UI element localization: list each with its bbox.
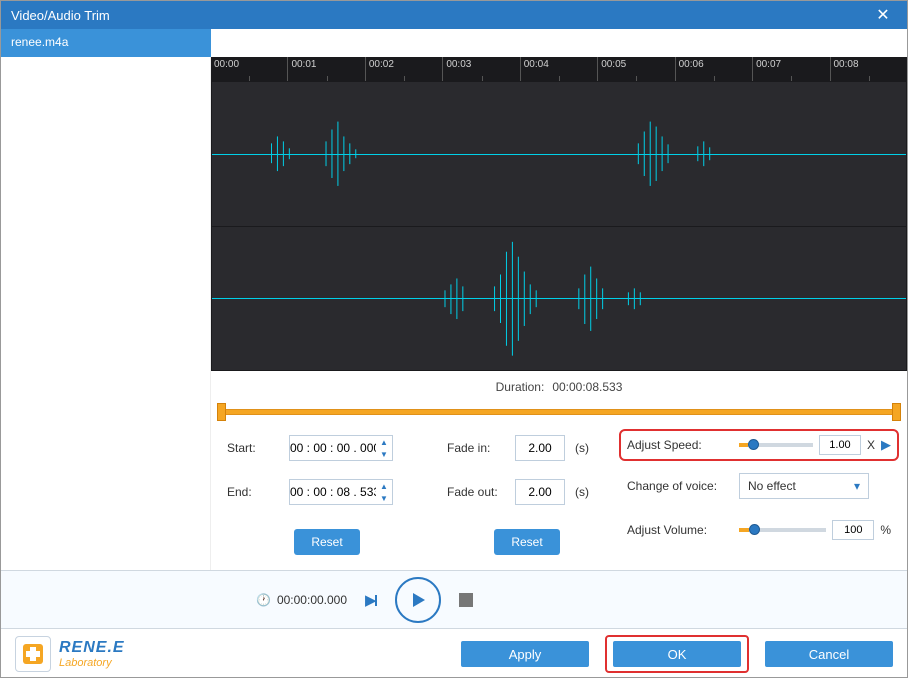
reset-trim-button[interactable]: Reset	[294, 529, 360, 555]
ruler-tick: 00:01	[287, 57, 364, 81]
speed-unit: X	[867, 438, 875, 452]
ruler-tick: 00:06	[675, 57, 752, 81]
duration-value: 00:00:08.533	[552, 380, 622, 394]
trim-handle-end[interactable]	[892, 403, 901, 421]
ruler-tick: 00:00	[211, 57, 287, 81]
end-time-field[interactable]	[290, 485, 376, 499]
end-time-input[interactable]: ▲▼	[289, 479, 393, 505]
player-bar: 🕐 00:00:00.000 ▶	[1, 570, 907, 628]
fade-unit: (s)	[575, 441, 589, 455]
stop-button[interactable]	[459, 593, 473, 607]
adjust-speed-highlight: Adjust Speed: X ▶	[619, 429, 899, 461]
fade-in-input[interactable]	[515, 435, 565, 461]
play-button[interactable]	[395, 577, 441, 623]
file-sidebar	[1, 57, 211, 570]
brand-name: RENE.E	[59, 639, 125, 657]
change-voice-label: Change of voice:	[627, 479, 729, 493]
waveform-channel-right	[212, 227, 906, 371]
trim-range-bar[interactable]	[211, 403, 907, 421]
fade-out-label: Fade out:	[447, 485, 505, 499]
chevron-down-icon: ▾	[854, 479, 860, 493]
controls-panel: Start: ▲▼ End: ▲▼ Reset	[211, 421, 907, 570]
ok-highlight: OK	[605, 635, 749, 673]
adjust-speed-label: Adjust Speed:	[627, 438, 729, 452]
clock-icon: 🕐	[256, 593, 271, 607]
fade-out-input[interactable]	[515, 479, 565, 505]
cancel-button[interactable]: Cancel	[765, 641, 893, 667]
brand-sub: Laboratory	[59, 657, 125, 669]
volume-unit: %	[880, 523, 891, 537]
fade-unit: (s)	[575, 485, 589, 499]
end-label: End:	[227, 485, 279, 499]
volume-value-input[interactable]	[832, 520, 874, 540]
brand-logo: RENE.E Laboratory	[15, 636, 125, 672]
voice-select[interactable]: No effect ▾	[739, 473, 869, 499]
file-tab[interactable]: renee.m4a	[1, 29, 211, 57]
close-icon[interactable]: ✕	[869, 1, 897, 29]
logo-icon	[15, 636, 51, 672]
file-tab-bar: renee.m4a	[1, 29, 907, 57]
reset-fade-button[interactable]: Reset	[494, 529, 560, 555]
title-bar: Video/Audio Trim ✕	[1, 1, 907, 29]
player-time: 00:00:00.000	[277, 593, 347, 607]
ruler-tick: 00:05	[597, 57, 674, 81]
start-time-field[interactable]	[290, 441, 376, 455]
duration-bar: Duration: 00:00:08.533	[211, 371, 907, 403]
preview-speed-icon[interactable]: ▶	[881, 437, 891, 453]
ruler-tick: 00:03	[442, 57, 519, 81]
time-ruler: 00:00 00:01 00:02 00:03 00:04 00:05 00:0…	[211, 57, 907, 81]
ok-button[interactable]: OK	[613, 641, 741, 667]
spin-down-icon[interactable]: ▼	[376, 448, 392, 460]
waveform-channel-left	[212, 82, 906, 227]
start-time-input[interactable]: ▲▼	[289, 435, 393, 461]
spin-down-icon[interactable]: ▼	[376, 492, 392, 504]
fade-in-label: Fade in:	[447, 441, 505, 455]
work-area: 00:00 00:01 00:02 00:03 00:04 00:05 00:0…	[211, 57, 907, 570]
duration-label: Duration:	[496, 380, 545, 394]
trim-handle-start[interactable]	[217, 403, 226, 421]
waveform-display[interactable]	[211, 81, 907, 371]
spin-up-icon[interactable]: ▲	[376, 480, 392, 492]
main-area: 00:00 00:01 00:02 00:03 00:04 00:05 00:0…	[1, 57, 907, 570]
ruler-tick: 00:08	[830, 57, 907, 81]
voice-value: No effect	[748, 479, 796, 493]
spin-up-icon[interactable]: ▲	[376, 436, 392, 448]
volume-slider[interactable]	[739, 528, 826, 532]
speed-slider[interactable]	[739, 443, 813, 447]
footer-bar: RENE.E Laboratory Apply OK Cancel	[1, 628, 907, 679]
speed-value-input[interactable]	[819, 435, 861, 455]
ruler-tick: 00:07	[752, 57, 829, 81]
adjust-volume-label: Adjust Volume:	[627, 523, 729, 537]
ruler-tick: 00:02	[365, 57, 442, 81]
step-icon[interactable]: ▶	[365, 591, 377, 609]
window-title: Video/Audio Trim	[11, 8, 869, 23]
stop-icon	[459, 593, 473, 607]
apply-button[interactable]: Apply	[461, 641, 589, 667]
ruler-tick: 00:04	[520, 57, 597, 81]
start-label: Start:	[227, 441, 279, 455]
